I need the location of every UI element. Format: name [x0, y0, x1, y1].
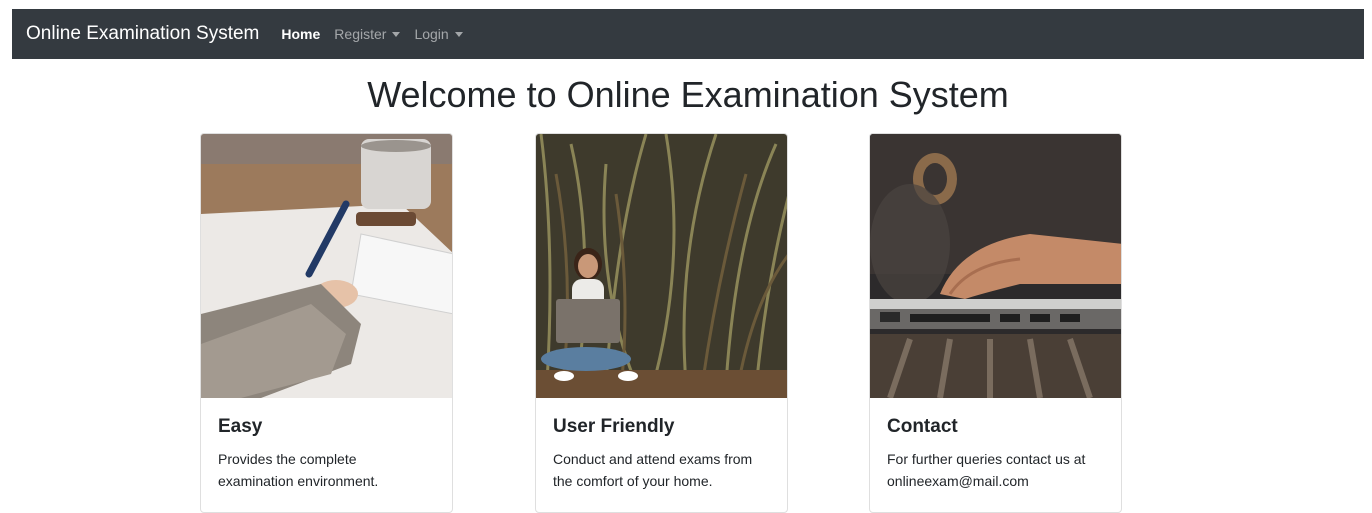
card-text: For further queries contact us at online…: [887, 451, 1086, 489]
nav-login-label: Login: [414, 26, 449, 42]
caret-down-icon: [392, 31, 401, 37]
card-text: Conduct and attend exams from the comfor…: [553, 451, 753, 489]
nav-login-dropdown[interactable]: Login: [414, 26, 463, 42]
navbar: Online Examination System Home Register …: [12, 9, 1364, 59]
caret-down-icon: [454, 31, 463, 37]
card-title: Easy: [218, 416, 263, 437]
navbar-brand[interactable]: Online Examination System: [26, 23, 259, 45]
card-text: Provides the complete examination enviro…: [218, 451, 379, 489]
nav-register-label: Register: [334, 26, 387, 42]
woman-with-laptop-image: [536, 134, 787, 398]
card-title: User Friendly: [553, 416, 675, 437]
nav-register-dropdown[interactable]: Register: [334, 26, 401, 42]
nav-home-label: Home: [281, 26, 321, 42]
person-writing-with-pen-image: [201, 134, 452, 398]
page-title: Welcome to Online Examination System: [367, 74, 1009, 115]
feature-card-contact: Contact For further queries contact us a…: [869, 133, 1122, 513]
nav-home-link[interactable]: Home: [281, 26, 320, 42]
feature-card-easy: Easy Provides the complete examination e…: [200, 133, 453, 513]
card-title: Contact: [887, 416, 958, 437]
hands-typing-laptop-image: [870, 134, 1121, 398]
feature-card-user-friendly: User Friendly Conduct and attend exams f…: [535, 133, 788, 513]
